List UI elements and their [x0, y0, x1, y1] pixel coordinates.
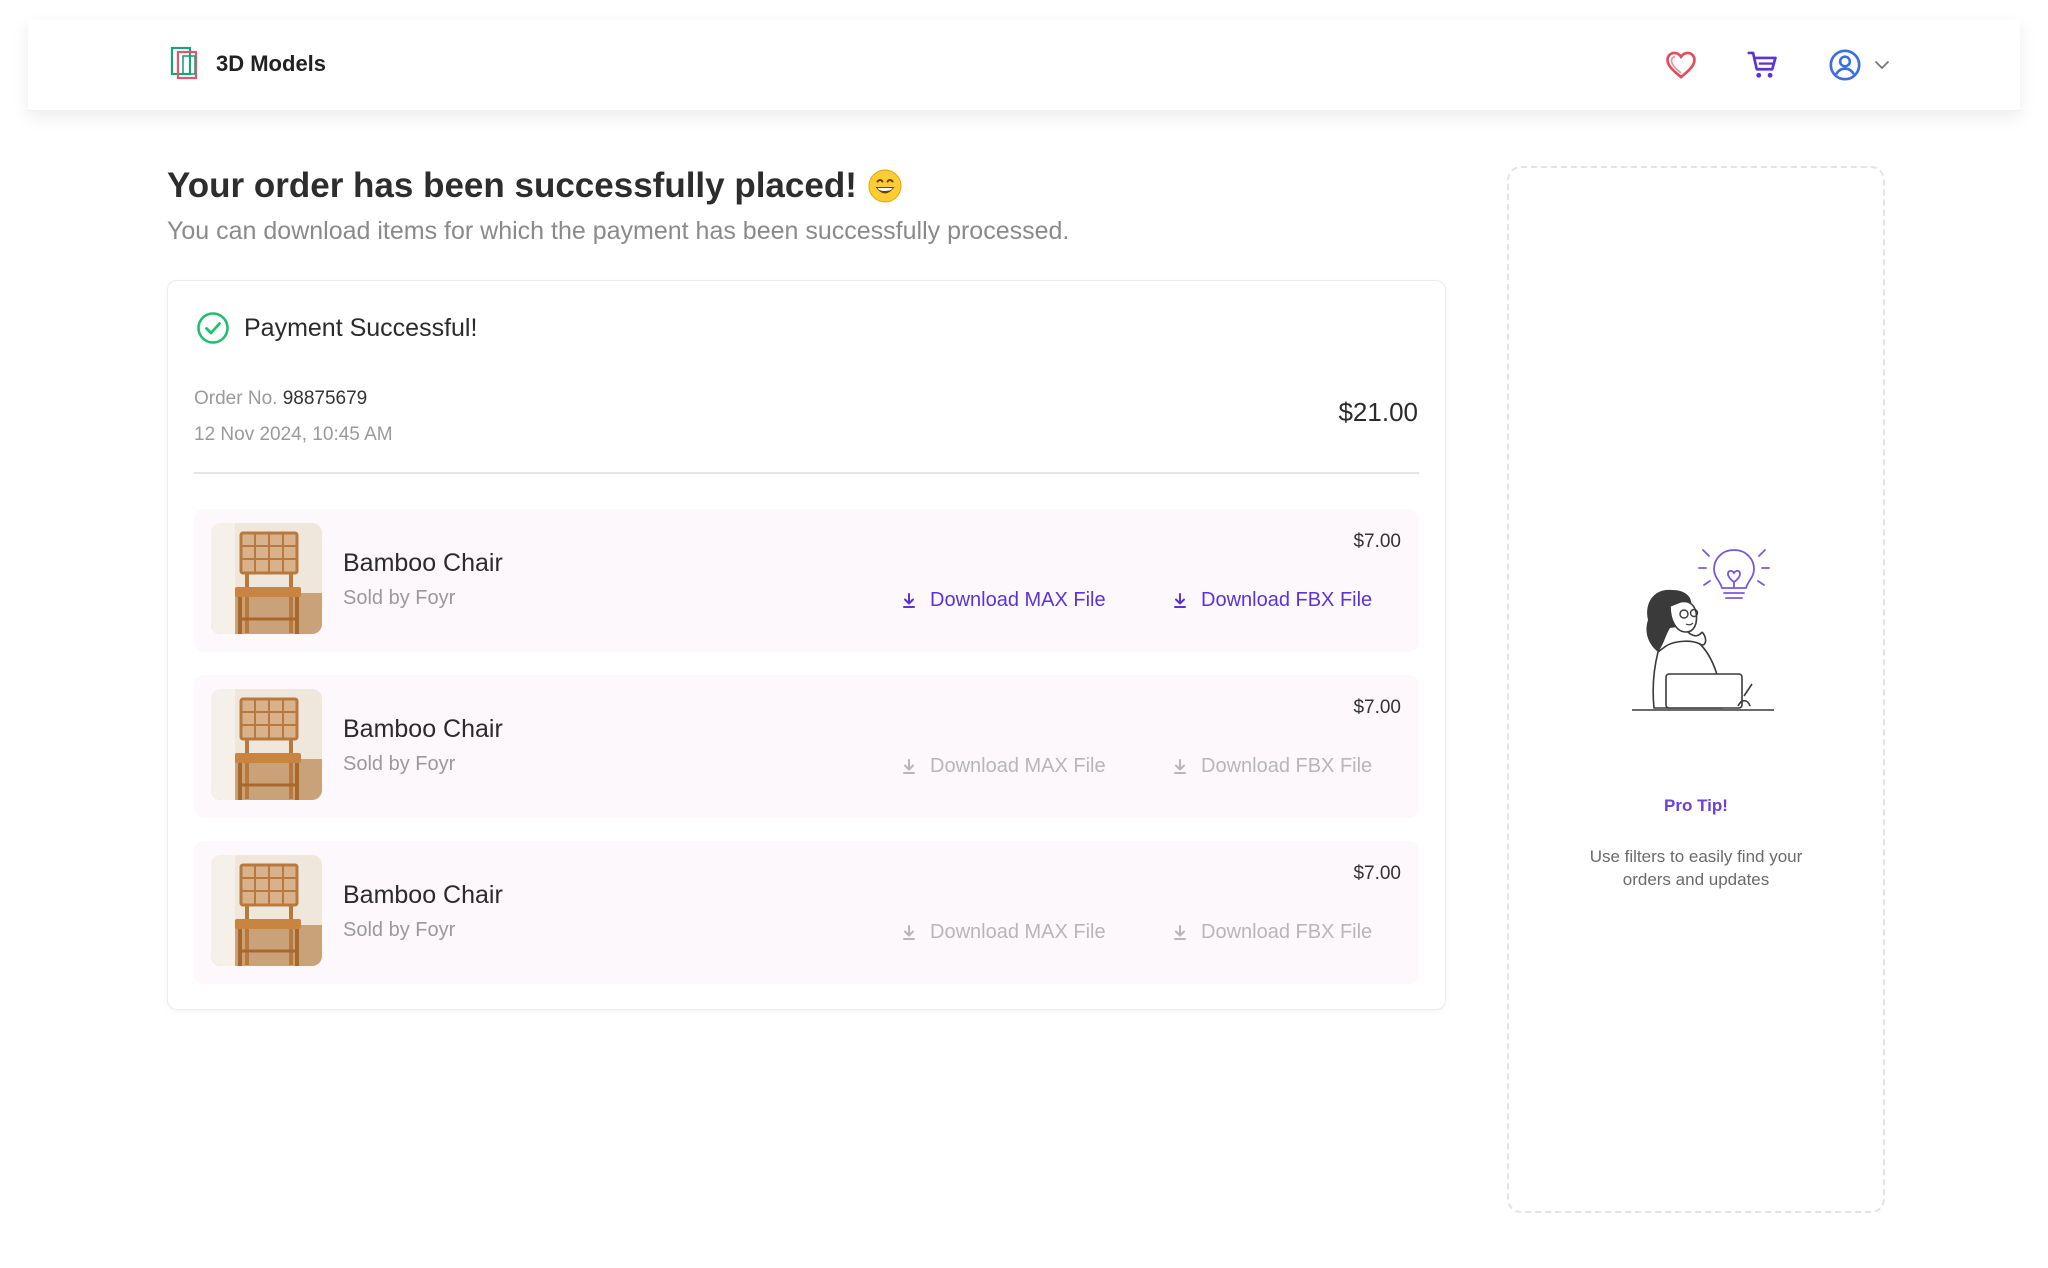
- product-price: $7.00: [1353, 531, 1401, 552]
- download-icon: [1174, 924, 1186, 940]
- product-seller: Sold by Foyr: [343, 587, 456, 609]
- download-fbx-button[interactable]: Download FBX File: [1171, 755, 1372, 778]
- download-icon: [903, 924, 915, 940]
- order-item: Bamboo Chair Sold by Foyr $7.00 Download…: [194, 675, 1419, 818]
- pro-tip-title: Pro Tip!: [1664, 796, 1728, 815]
- download-max-button[interactable]: Download MAX File: [900, 755, 1106, 778]
- product-name: Bamboo Chair: [343, 715, 503, 743]
- chevron-down-icon: [1875, 61, 1889, 70]
- order-number-label: Order No.: [194, 388, 278, 409]
- product-seller: Sold by Foyr: [343, 753, 456, 775]
- download-max-label: Download MAX File: [930, 921, 1106, 943]
- page-subtitle: You can download items for which the pay…: [167, 217, 1070, 245]
- page-title-text: Your order has been successfully placed!: [167, 166, 857, 205]
- download-icon: [1174, 592, 1186, 608]
- download-fbx-label: Download FBX File: [1201, 589, 1373, 611]
- product-price: $7.00: [1353, 697, 1401, 718]
- user-icon: [1829, 49, 1861, 81]
- download-max-button[interactable]: Download MAX File: [900, 921, 1106, 944]
- product-thumbnail: [211, 523, 322, 634]
- download-icon: [903, 758, 915, 774]
- payment-status-text: Payment Successful!: [244, 313, 478, 342]
- product-thumbnail: [211, 689, 322, 800]
- order-items: Bamboo Chair Sold by Foyr $7.00 Download…: [194, 509, 1419, 984]
- grinning-face-icon: [868, 169, 902, 203]
- user-menu[interactable]: [1828, 48, 1890, 82]
- download-icon: [1174, 758, 1186, 774]
- heart-icon[interactable]: [1664, 48, 1698, 82]
- payment-status: Payment Successful!: [196, 311, 477, 345]
- order-card: Payment Successful! Order No. 98875679 1…: [167, 280, 1446, 1010]
- order-number-row: Order No. 98875679: [194, 381, 393, 417]
- download-fbx-label: Download FBX File: [1201, 921, 1373, 943]
- order-date: 12 Nov 2024, 10:45 AM: [194, 424, 393, 445]
- order-item: Bamboo Chair Sold by Foyr $7.00 Download…: [194, 841, 1419, 984]
- download-max-button[interactable]: Download MAX File: [900, 589, 1106, 612]
- top-navbar: 3D Models: [28, 20, 2020, 111]
- download-icon: [903, 592, 915, 608]
- cart-icon[interactable]: [1746, 48, 1780, 82]
- top-actions: [1664, 48, 1890, 82]
- download-fbx-button[interactable]: Download FBX File: [1171, 921, 1372, 944]
- brand[interactable]: 3D Models: [170, 46, 326, 82]
- download-fbx-button[interactable]: Download FBX File: [1171, 589, 1372, 612]
- download-max-label: Download MAX File: [930, 755, 1106, 777]
- product-name: Bamboo Chair: [343, 549, 503, 577]
- pro-tip-panel: Pro Tip! Use filters to easily find your…: [1507, 166, 1885, 1213]
- brand-name: 3D Models: [216, 51, 327, 76]
- order-meta: Order No. 98875679 12 Nov 2024, 10:45 AM: [194, 381, 393, 453]
- check-circle-icon: [197, 312, 229, 344]
- page-title: Your order has been successfully placed!: [167, 166, 903, 206]
- order-number: 98875679: [282, 388, 368, 409]
- product-name: Bamboo Chair: [343, 881, 503, 909]
- logo-icon: [170, 46, 198, 80]
- product-thumbnail: [211, 855, 322, 966]
- order-total: $21.00: [1338, 397, 1418, 427]
- order-item: Bamboo Chair Sold by Foyr $7.00 Download…: [194, 509, 1419, 652]
- thinking-person-illustration: [1632, 549, 1774, 711]
- download-max-label: Download MAX File: [930, 589, 1106, 611]
- product-price: $7.00: [1353, 863, 1401, 884]
- pro-tip-text: Use filters to easily find your orders a…: [1589, 847, 1803, 889]
- download-fbx-label: Download FBX File: [1201, 755, 1373, 777]
- divider: [194, 472, 1419, 474]
- product-seller: Sold by Foyr: [343, 919, 456, 941]
